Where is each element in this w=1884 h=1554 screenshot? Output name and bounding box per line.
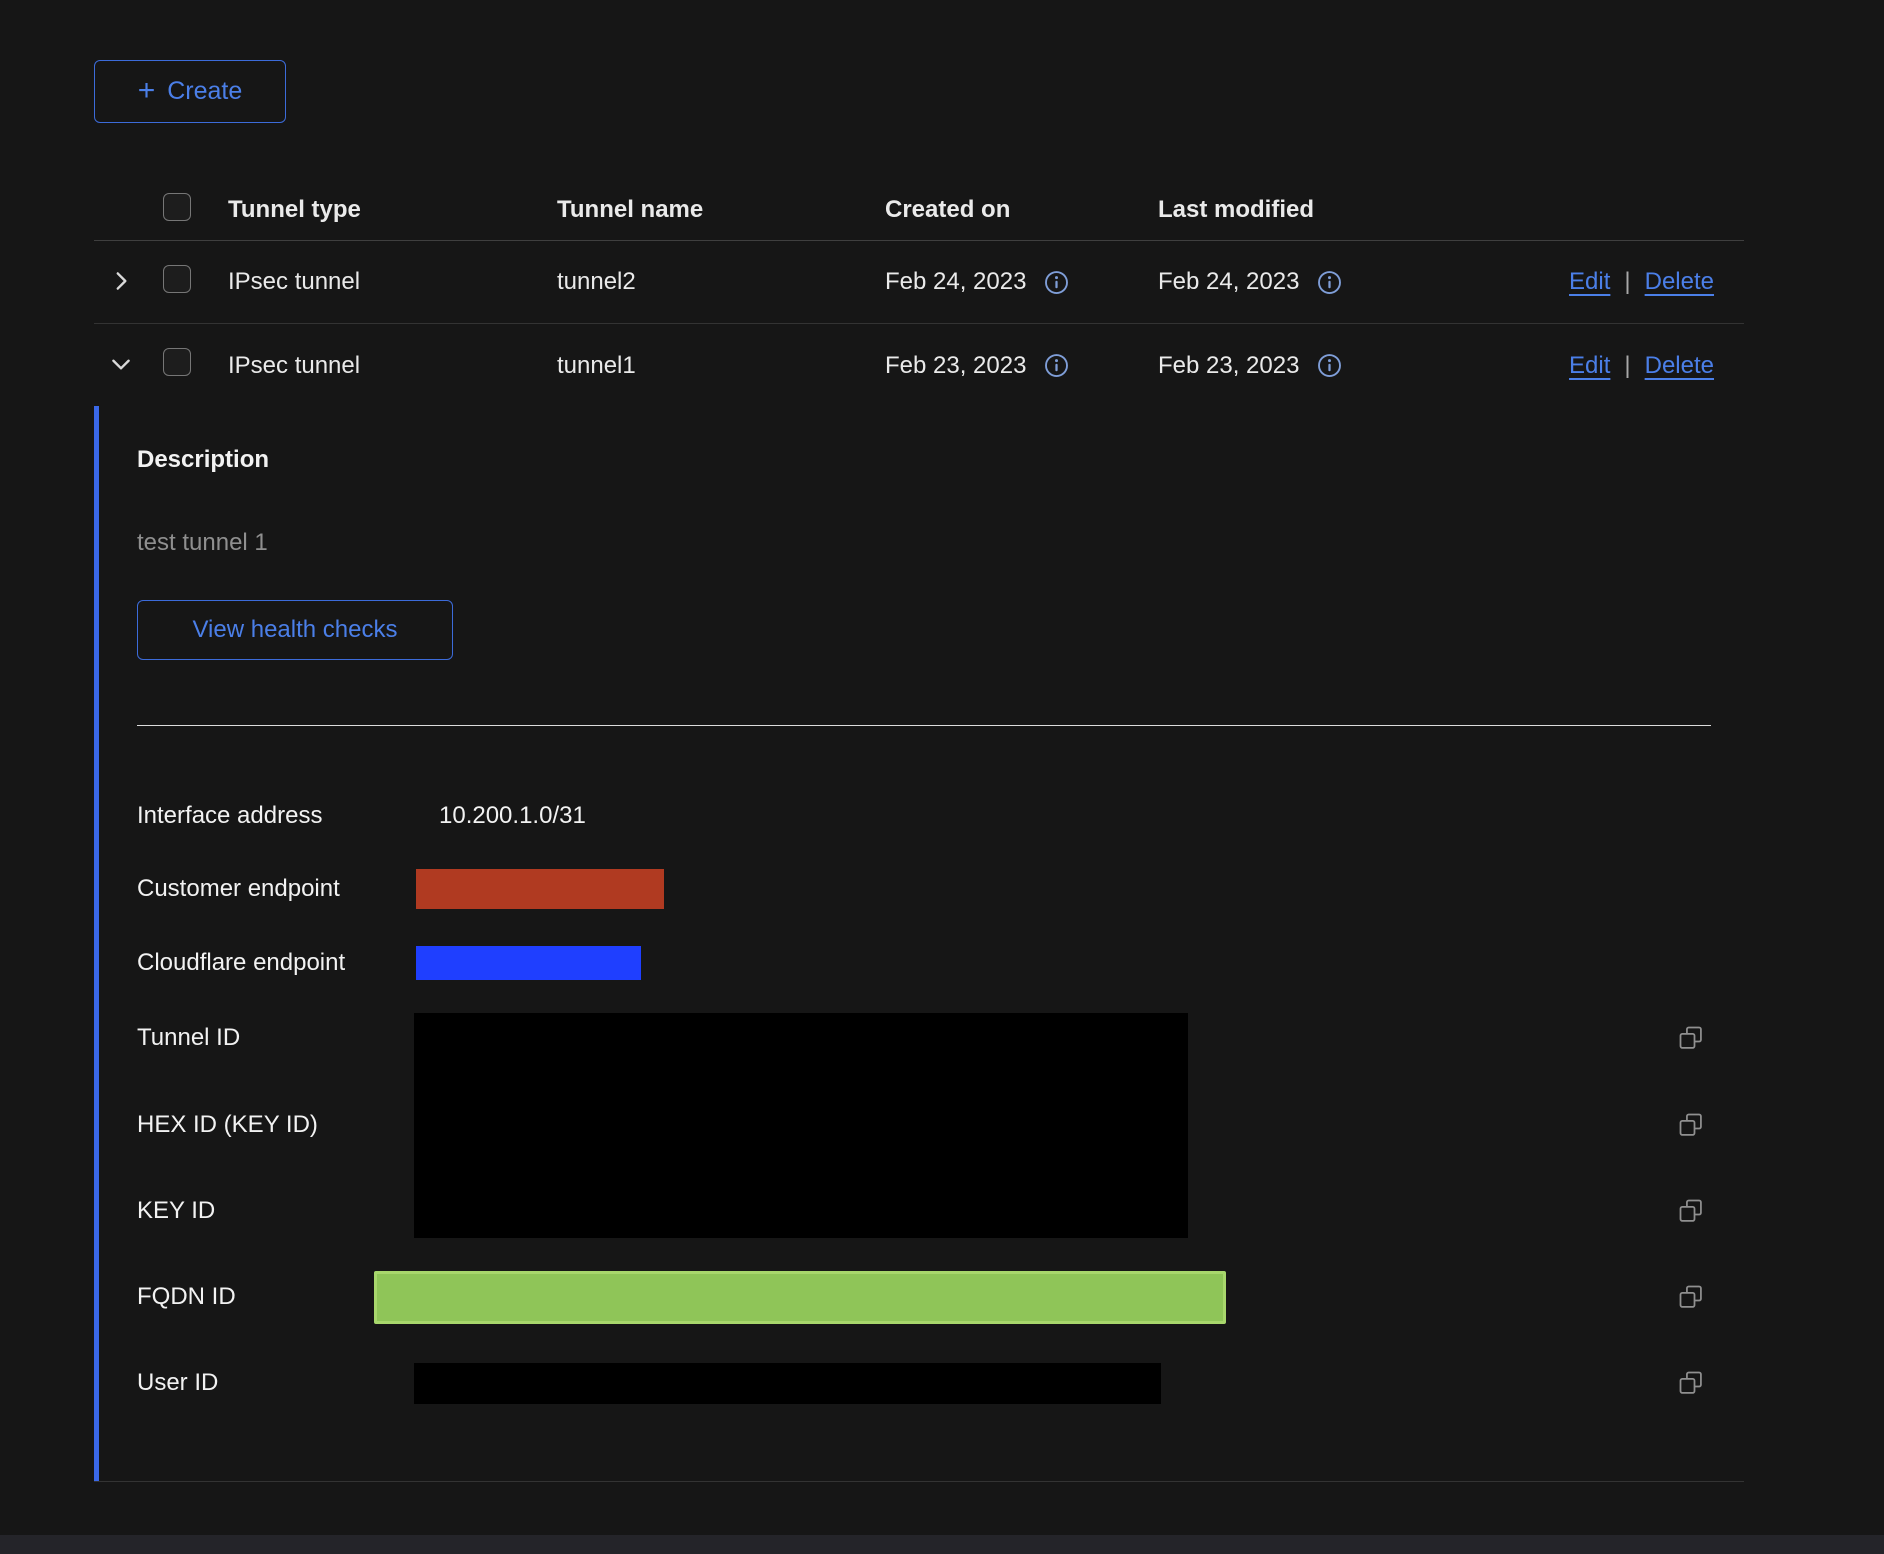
row-checkbox[interactable] <box>163 265 191 293</box>
tunnel-type-value: IPsec tunnel <box>218 352 557 380</box>
chevron-down-icon <box>108 351 134 380</box>
tunnel-details-panel: Description test tunnel 1 View health ch… <box>94 406 1744 1481</box>
delete-link[interactable]: Delete <box>1645 352 1714 380</box>
table-row: IPsec tunnel tunnel2 Feb 24, 2023 Feb 24… <box>94 241 1744 324</box>
created-on-value: Feb 23, 2023 <box>885 352 1026 380</box>
user-id-redacted-value <box>414 1363 1161 1404</box>
info-icon[interactable] <box>1044 270 1069 295</box>
description-value: test tunnel 1 <box>137 528 268 558</box>
copy-icon <box>1677 1299 1705 1314</box>
hex-id-label: HEX ID (KEY ID) <box>137 1110 318 1140</box>
copy-user-id-button[interactable] <box>1677 1369 1705 1397</box>
action-separator: | <box>1624 268 1630 296</box>
last-modified-value: Feb 23, 2023 <box>1158 352 1299 380</box>
description-heading: Description <box>137 445 269 475</box>
copy-icon <box>1677 1213 1705 1228</box>
table-row: IPsec tunnel tunnel1 Feb 23, 2023 Feb 23… <box>94 324 1744 407</box>
copy-tunnel-id-button[interactable] <box>1677 1024 1705 1052</box>
customer-endpoint-label: Customer endpoint <box>137 874 340 904</box>
edit-link[interactable]: Edit <box>1569 352 1610 380</box>
row-checkbox[interactable] <box>163 348 191 376</box>
last-modified-value: Feb 24, 2023 <box>1158 268 1299 296</box>
info-icon[interactable] <box>1317 353 1342 378</box>
interface-address-value: 10.200.1.0/31 <box>439 801 586 831</box>
collapse-row-button[interactable] <box>94 324 158 407</box>
tunnels-table: Tunnel type Tunnel name Created on Last … <box>94 180 1744 407</box>
cloudflare-endpoint-label: Cloudflare endpoint <box>137 948 345 978</box>
created-on-value: Feb 24, 2023 <box>885 268 1026 296</box>
plus-icon: + <box>138 76 156 106</box>
header-created-on: Created on <box>885 196 1158 224</box>
expand-row-button[interactable] <box>94 241 158 323</box>
next-section-edge <box>0 1535 1884 1554</box>
tunnel-name-value: tunnel1 <box>557 352 885 380</box>
copy-icon <box>1677 1127 1705 1142</box>
create-button-label: Create <box>167 77 242 106</box>
user-id-label: User ID <box>137 1368 218 1398</box>
table-bottom-divider <box>94 1481 1744 1482</box>
key-id-label: KEY ID <box>137 1196 215 1226</box>
customer-endpoint-redacted-value <box>416 869 664 909</box>
info-icon[interactable] <box>1044 353 1069 378</box>
ids-redacted-value <box>414 1013 1188 1238</box>
detail-divider <box>137 725 1711 726</box>
tunnel-type-value: IPsec tunnel <box>218 268 557 296</box>
chevron-right-icon <box>108 268 134 297</box>
header-tunnel-type: Tunnel type <box>218 196 557 224</box>
edit-link[interactable]: Edit <box>1569 268 1610 296</box>
header-last-modified: Last modified <box>1158 196 1541 224</box>
copy-hex-id-button[interactable] <box>1677 1111 1705 1139</box>
table-header-row: Tunnel type Tunnel name Created on Last … <box>94 180 1744 241</box>
info-icon[interactable] <box>1317 270 1342 295</box>
fqdn-id-redacted-value <box>374 1271 1226 1324</box>
fqdn-id-label: FQDN ID <box>137 1282 236 1312</box>
action-separator: | <box>1624 352 1630 380</box>
view-health-checks-button[interactable]: View health checks <box>137 600 453 660</box>
select-all-checkbox[interactable] <box>163 193 191 221</box>
copy-fqdn-id-button[interactable] <box>1677 1283 1705 1311</box>
copy-icon <box>1677 1040 1705 1055</box>
cloudflare-endpoint-redacted-value <box>416 946 641 980</box>
header-tunnel-name: Tunnel name <box>557 196 885 224</box>
interface-address-label: Interface address <box>137 801 322 831</box>
copy-key-id-button[interactable] <box>1677 1197 1705 1225</box>
tunnel-name-value: tunnel2 <box>557 268 885 296</box>
tunnel-id-label: Tunnel ID <box>137 1023 240 1053</box>
copy-icon <box>1677 1385 1705 1400</box>
create-button[interactable]: + Create <box>94 60 286 123</box>
delete-link[interactable]: Delete <box>1645 268 1714 296</box>
